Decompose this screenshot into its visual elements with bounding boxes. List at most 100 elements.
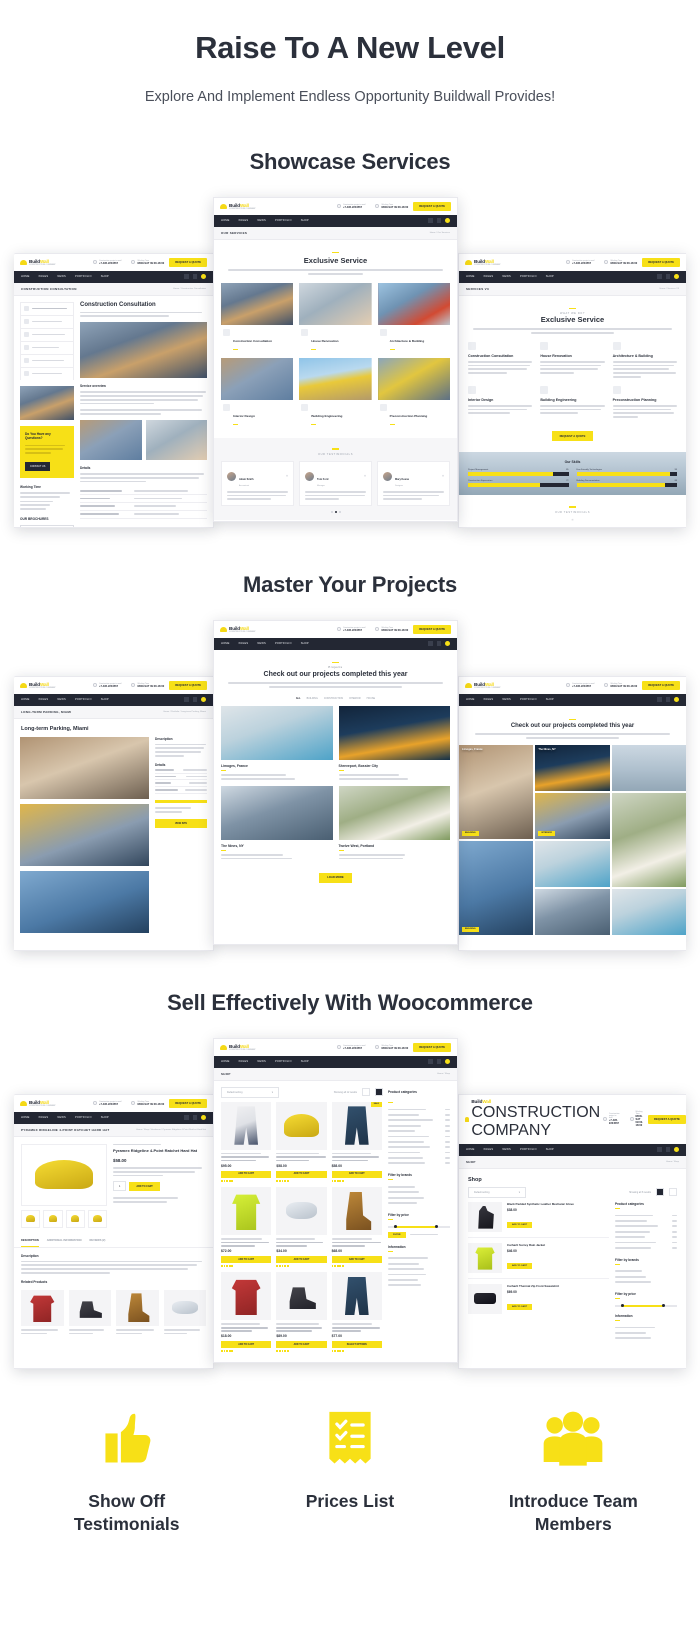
thumb-1[interactable] xyxy=(21,1209,41,1228)
nav-portfolio[interactable]: PORTFOLIO xyxy=(275,219,292,222)
product-thumbnails[interactable] xyxy=(21,1209,107,1228)
list-item[interactable]: Carhartt Thermal Zip Front Sweatshirt $69… xyxy=(468,1279,609,1319)
nav-shop[interactable]: SHOP xyxy=(301,219,309,222)
mockup-services-grid[interactable]: BuildWall CONSTRUCTION COMPANY Constructi… xyxy=(213,196,458,522)
project-filters[interactable]: ALL BUILDING CONSTRUCTION INTERIOR HOUSE xyxy=(214,694,457,706)
search-icon[interactable] xyxy=(184,274,189,279)
nav-shop[interactable]: SHOP xyxy=(101,275,109,278)
sidebar-item-architecture-building[interactable] xyxy=(20,327,74,341)
sort-select[interactable]: Default sorting ▾ xyxy=(468,1186,526,1198)
cart-icon[interactable] xyxy=(674,1147,679,1153)
product-card[interactable]: SALE $58.00 ADD TO CART xyxy=(331,1101,382,1182)
add-to-cart-button[interactable]: ADD TO CART xyxy=(507,1303,533,1310)
request-quote-button[interactable]: REQUEST A QUOTE xyxy=(169,257,207,267)
brand-logo[interactable]: BuildWall CONSTRUCTION COMPANY xyxy=(20,682,56,689)
cart-icon[interactable] xyxy=(201,274,206,280)
nav-shop[interactable]: SHOP xyxy=(546,275,554,278)
search-icon[interactable] xyxy=(428,641,433,646)
nav-home[interactable]: HOME xyxy=(221,1060,230,1063)
brand-logo[interactable]: BuildWall CONSTRUCTION COMPANY xyxy=(465,259,501,266)
sidebar-item-construction-consultation[interactable] xyxy=(20,301,74,315)
feature-house-renovation[interactable]: House Renovation xyxy=(540,341,605,378)
request-quote-button[interactable]: REQUEST A QUOTE xyxy=(642,680,680,690)
nav-pages[interactable]: PAGES xyxy=(484,1148,494,1151)
product-card[interactable]: $95.00 ADD TO CART xyxy=(221,1101,272,1182)
add-to-cart-button[interactable]: ADD TO CART xyxy=(507,1221,533,1228)
brand-logo[interactable]: BuildWall CONSTRUCTION COMPANY xyxy=(220,626,256,633)
portfolio-tile[interactable] xyxy=(611,792,686,887)
search-icon[interactable] xyxy=(428,218,433,223)
nav-news[interactable]: NEWS xyxy=(502,698,511,701)
feature-architecture-building[interactable]: Architecture & Building xyxy=(612,341,677,378)
nav-news[interactable]: NEWS xyxy=(257,642,266,645)
price-slider[interactable] xyxy=(615,1304,677,1308)
nav-shop[interactable]: SHOP xyxy=(101,1116,109,1119)
cart-icon[interactable] xyxy=(674,274,679,280)
related-product[interactable] xyxy=(68,1289,111,1335)
main-nav[interactable]: HOME PAGES NEWS PORTFOLIO SHOP xyxy=(214,1055,457,1068)
project-card-shreveport[interactable]: Shreveport, Bossier City xyxy=(338,705,450,780)
brand-logo[interactable]: BuildWall CONSTRUCTION COMPANY xyxy=(465,682,501,689)
nav-news[interactable]: NEWS xyxy=(57,1116,66,1119)
mockup-shop-listing[interactable]: BuildWall CONSTRUCTION COMPANY Constructi… xyxy=(213,1037,458,1363)
list-item[interactable]: Carhartt Surrey Rain Jacket $46.00 ADD TO … xyxy=(468,1238,609,1279)
dot-3[interactable] xyxy=(338,511,341,514)
breadcrumb-path[interactable]: Home / Our Services xyxy=(430,232,450,234)
portfolio-tile[interactable] xyxy=(535,888,610,935)
feature-prices-list[interactable]: Prices List xyxy=(243,1410,456,1537)
menu-icon[interactable] xyxy=(665,697,670,702)
brand-logo[interactable]: BuildWall CONSTRUCTION COMPANY xyxy=(20,259,56,266)
thumb-3[interactable] xyxy=(65,1209,85,1228)
request-quote-button[interactable]: REQUEST A QUOTE xyxy=(413,624,451,634)
add-to-cart-button[interactable]: ADD TO CART xyxy=(507,1262,533,1269)
request-quote-button[interactable]: REQUEST A QUOTE xyxy=(648,1114,686,1124)
feature-preconstruction-planning[interactable]: Preconstruction Planning xyxy=(612,385,677,418)
main-nav[interactable]: HOME PAGES NEWS PORTFOLIO SHOP xyxy=(459,1143,686,1156)
product-card[interactable]: $77.00 SELECT OPTIONS xyxy=(331,1271,382,1353)
cart-icon[interactable] xyxy=(445,218,450,224)
request-quote-button[interactable]: REQUEST A QUOTE xyxy=(169,680,207,690)
info-link[interactable] xyxy=(388,1283,450,1288)
request-quote-button[interactable]: REQUEST A QUOTE xyxy=(642,257,680,267)
related-product[interactable] xyxy=(116,1289,159,1335)
portfolio-tile[interactable] xyxy=(535,840,610,887)
menu-icon[interactable] xyxy=(436,1059,441,1064)
filter-construction[interactable]: CONSTRUCTION xyxy=(324,697,343,700)
nav-pages[interactable]: PAGES xyxy=(39,698,49,701)
related-product[interactable] xyxy=(163,1289,206,1335)
breadcrumb-path[interactable]: Home / Portfolio / Long-term Parking, Mi… xyxy=(163,711,206,713)
feature-interior-design[interactable]: Interior Design xyxy=(468,385,533,418)
nav-pages[interactable]: PAGES xyxy=(39,275,49,278)
main-nav[interactable]: HOME PAGES NEWS PORTFOLIO SHOP xyxy=(14,1111,213,1124)
mockup-project-detail[interactable]: BuildWall CONSTRUCTION COMPANY Constructi… xyxy=(14,675,214,951)
add-to-cart-button[interactable]: ADD TO CART xyxy=(221,1170,272,1178)
nav-news[interactable]: NEWS xyxy=(57,275,66,278)
nav-home[interactable]: HOME xyxy=(21,698,30,701)
nav-shop[interactable]: SHOP xyxy=(546,698,554,701)
project-card-limoges[interactable]: Limoges, France xyxy=(221,705,333,780)
service-card-house-renovation[interactable]: House Renovation xyxy=(299,282,372,352)
nav-portfolio[interactable]: PORTFOLIO xyxy=(275,642,292,645)
filter-house[interactable]: HOUSE xyxy=(367,697,376,700)
view-site-button[interactable]: VIEW SITE xyxy=(155,818,207,828)
nav-pages[interactable]: PAGES xyxy=(484,698,494,701)
service-card-architecture-building[interactable]: Architecture & Building xyxy=(377,282,450,352)
grid-view-button[interactable] xyxy=(375,1088,383,1097)
filter-button[interactable]: FILTER xyxy=(388,1231,406,1238)
menu-icon[interactable] xyxy=(192,1115,197,1120)
tab-additional-information[interactable]: ADDITIONAL INFORMATION xyxy=(47,1235,82,1247)
search-icon[interactable] xyxy=(184,1115,189,1120)
tab-reviews[interactable]: REVIEWS (2) xyxy=(90,1235,106,1247)
brand-logo[interactable]: BuildWall CONSTRUCTION COMPANY xyxy=(220,203,256,210)
main-nav[interactable]: HOME PAGES NEWS PORTFOLIO SHOP xyxy=(459,270,686,283)
filter-all[interactable]: ALL xyxy=(296,697,301,700)
service-card-interior-design[interactable]: Interior Design xyxy=(221,357,294,428)
nav-news[interactable]: NEWS xyxy=(257,219,266,222)
cart-icon[interactable] xyxy=(201,697,206,703)
request-quote-button[interactable]: REQUEST A QUOTE xyxy=(169,1098,207,1108)
portfolio-tile[interactable] xyxy=(611,888,686,935)
dot-1[interactable] xyxy=(330,511,333,514)
request-quote-button[interactable]: REQUEST A QUOTE xyxy=(551,431,594,442)
menu-icon[interactable] xyxy=(665,1147,670,1152)
nav-news[interactable]: NEWS xyxy=(502,275,511,278)
